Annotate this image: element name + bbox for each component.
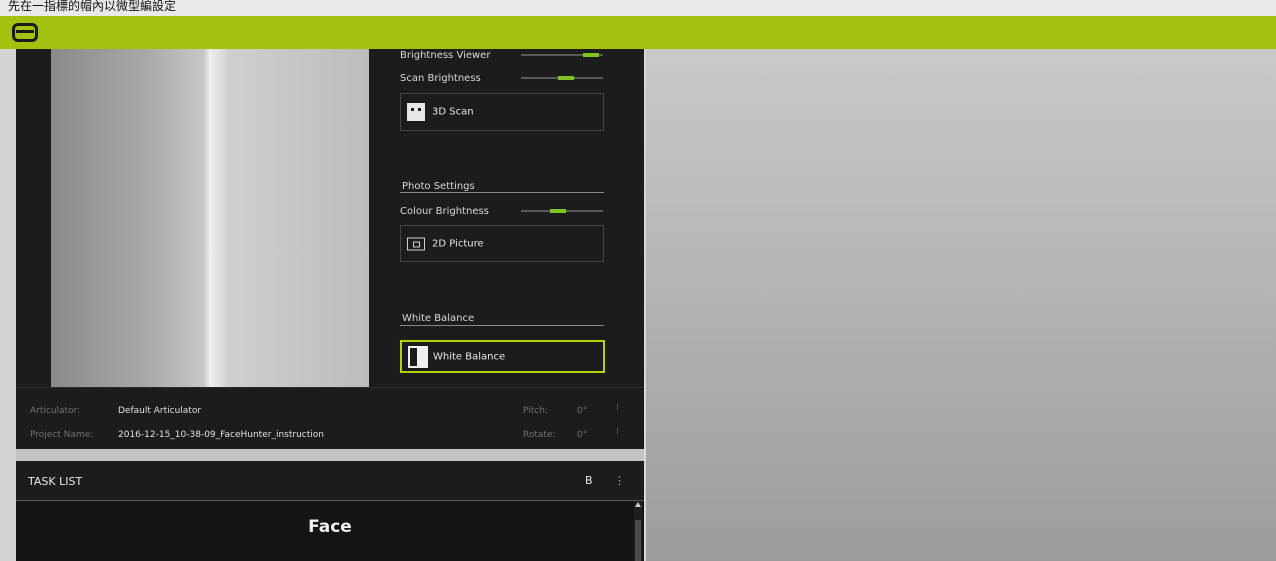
- 2d-picture-button-label: 2D Picture: [432, 238, 484, 249]
- photo-settings-title: Photo Settings: [402, 181, 475, 192]
- 3d-scan-button-label: 3D Scan: [432, 106, 474, 118]
- empty-workspace: [646, 49, 1276, 561]
- white-balance-title: White Balance: [402, 313, 475, 324]
- colour-brightness-slider[interactable]: [521, 209, 603, 213]
- task-list-panel: TASK LIST B ⋮ Face: [16, 461, 644, 561]
- task-list-more-button[interactable]: ⋮: [614, 474, 625, 487]
- white-balance-button[interactable]: White Balance: [400, 340, 605, 373]
- colour-brightness-thumb[interactable]: [549, 209, 566, 213]
- task-list-title: TASK LIST: [28, 475, 83, 488]
- scan-brightness-slider[interactable]: [521, 76, 603, 80]
- white-balance-button-label: White Balance: [433, 351, 506, 362]
- left-margin: [0, 49, 16, 561]
- panel-separator: [16, 449, 644, 461]
- picture-icon: [407, 237, 425, 250]
- brightness-viewer-label: Brightness Viewer: [400, 50, 491, 61]
- scroll-up-icon[interactable]: [635, 502, 641, 507]
- scan-brightness-label: Scan Brightness: [400, 73, 481, 84]
- rotate-stepper[interactable]: ⁝: [616, 427, 619, 437]
- rotate-key: Rotate:: [523, 430, 556, 440]
- brightness-viewer-thumb[interactable]: [582, 53, 599, 57]
- camera-preview: [51, 49, 369, 387]
- articulator-key: Articulator:: [30, 406, 81, 416]
- white-balance-icon: [408, 345, 428, 368]
- scan-brightness-thumb[interactable]: [558, 76, 575, 80]
- task-list-scroll-thumb[interactable]: [635, 520, 641, 561]
- rotate-value: 0°: [577, 430, 588, 440]
- pitch-stepper[interactable]: ⁝: [616, 403, 619, 413]
- project-name-key: Project Name:: [30, 430, 94, 440]
- white-balance-divider: [400, 325, 604, 326]
- task-list-scrollbar[interactable]: [634, 502, 642, 561]
- menu-icon[interactable]: [12, 23, 38, 42]
- project-info-panel: Articulator: Default Articulator Project…: [16, 387, 644, 449]
- colour-brightness-label: Colour Brightness: [400, 206, 489, 217]
- pitch-key: Pitch:: [523, 406, 548, 416]
- task-item-face[interactable]: Face: [16, 517, 644, 537]
- 2d-picture-button[interactable]: 2D Picture: [400, 225, 604, 262]
- task-list-b-button[interactable]: B: [585, 474, 593, 487]
- articulator-value: Default Articulator: [118, 406, 202, 416]
- photo-settings-divider: [400, 192, 604, 193]
- brightness-viewer-slider[interactable]: [521, 53, 603, 57]
- task-list-header: TASK LIST B ⋮: [16, 461, 644, 501]
- project-name-value: 2016-12-15_10-38-09_FaceHunter_instructi…: [118, 430, 324, 440]
- face-scan-icon: [407, 103, 425, 121]
- video-caption: 先在一指標的帽內以微型編設定: [0, 0, 1276, 16]
- pitch-value: 0°: [577, 406, 588, 416]
- task-list-body: Face: [16, 502, 644, 561]
- 3d-scan-button[interactable]: 3D Scan: [400, 93, 604, 131]
- top-bar: [0, 16, 1276, 49]
